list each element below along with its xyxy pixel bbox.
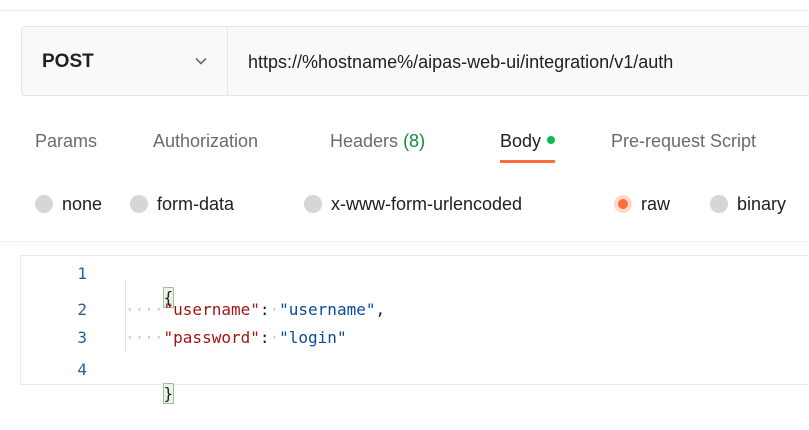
top-divider xyxy=(0,10,809,11)
body-divider xyxy=(0,241,809,242)
body-type-urlencoded[interactable]: x-www-form-urlencoded xyxy=(304,186,522,222)
tab-body-label: Body xyxy=(500,131,542,151)
radio-binary[interactable] xyxy=(710,195,728,213)
body-type-options: none form-data x-www-form-urlencoded raw… xyxy=(0,186,809,222)
tab-authorization[interactable]: Authorization xyxy=(153,124,258,158)
tab-params[interactable]: Params xyxy=(35,124,97,158)
body-active-dot-icon xyxy=(547,136,556,145)
indent-whitespace: ···· xyxy=(125,300,164,319)
body-type-form-data[interactable]: form-data xyxy=(130,186,234,222)
json-colon: : xyxy=(259,328,270,347)
line-number: 1 xyxy=(77,264,87,283)
body-type-none-label: none xyxy=(62,193,103,214)
line-number-gutter: 1 2 3 4 xyxy=(21,256,121,384)
tab-pre-request-script[interactable]: Pre-request Script xyxy=(611,124,756,158)
headers-count-badge: (8) xyxy=(403,131,426,151)
json-key-password: "password" xyxy=(163,328,260,347)
body-type-binary[interactable]: binary xyxy=(710,186,786,222)
code-line-4: } xyxy=(125,358,175,430)
body-type-raw[interactable]: raw xyxy=(614,186,670,222)
url-input[interactable]: https://%hostname%/aipas-web-ui/integrat… xyxy=(228,27,809,95)
indent-whitespace: ···· xyxy=(125,328,164,347)
radio-form-data[interactable] xyxy=(130,195,148,213)
line-number: 2 xyxy=(77,300,87,319)
code-editor[interactable]: 1 2 3 4 { ····"username":·"username", ··… xyxy=(20,255,809,404)
body-type-urlencoded-label: x-www-form-urlencoded xyxy=(331,193,523,214)
radio-urlencoded[interactable] xyxy=(304,195,322,213)
tab-headers[interactable]: Headers (8) xyxy=(330,124,425,158)
radio-raw[interactable] xyxy=(614,195,632,213)
radio-none[interactable] xyxy=(35,195,53,213)
json-comma: , xyxy=(375,300,386,319)
code-line-3: ····"password":·"login" xyxy=(125,326,347,350)
space-dot: · xyxy=(269,328,280,347)
body-type-form-data-label: form-data xyxy=(157,193,235,214)
json-value-username: "username" xyxy=(279,300,376,319)
line-number: 4 xyxy=(77,360,87,379)
body-type-raw-label: raw xyxy=(641,193,671,214)
method-label: POST xyxy=(42,51,94,72)
json-key-username: "username" xyxy=(163,300,260,319)
request-bar: POST https://%hostname%/aipas-web-ui/int… xyxy=(21,26,809,96)
url-text: https://%hostname%/aipas-web-ui/integrat… xyxy=(248,52,674,72)
chevron-down-icon xyxy=(195,57,207,65)
line-number: 3 xyxy=(77,328,87,347)
json-colon: : xyxy=(259,300,270,319)
close-brace: } xyxy=(162,383,175,404)
body-type-none[interactable]: none xyxy=(35,186,102,222)
tab-body[interactable]: Body xyxy=(500,124,556,163)
space-dot: · xyxy=(269,300,280,319)
method-select[interactable]: POST xyxy=(22,27,228,95)
body-type-binary-label: binary xyxy=(737,193,787,214)
tab-headers-label: Headers xyxy=(330,131,399,151)
code-line-2: ····"username":·"username", xyxy=(125,298,385,322)
request-tabs: Params Authorization Headers (8) Body Pr… xyxy=(0,124,809,163)
json-value-password: "login" xyxy=(279,328,347,347)
